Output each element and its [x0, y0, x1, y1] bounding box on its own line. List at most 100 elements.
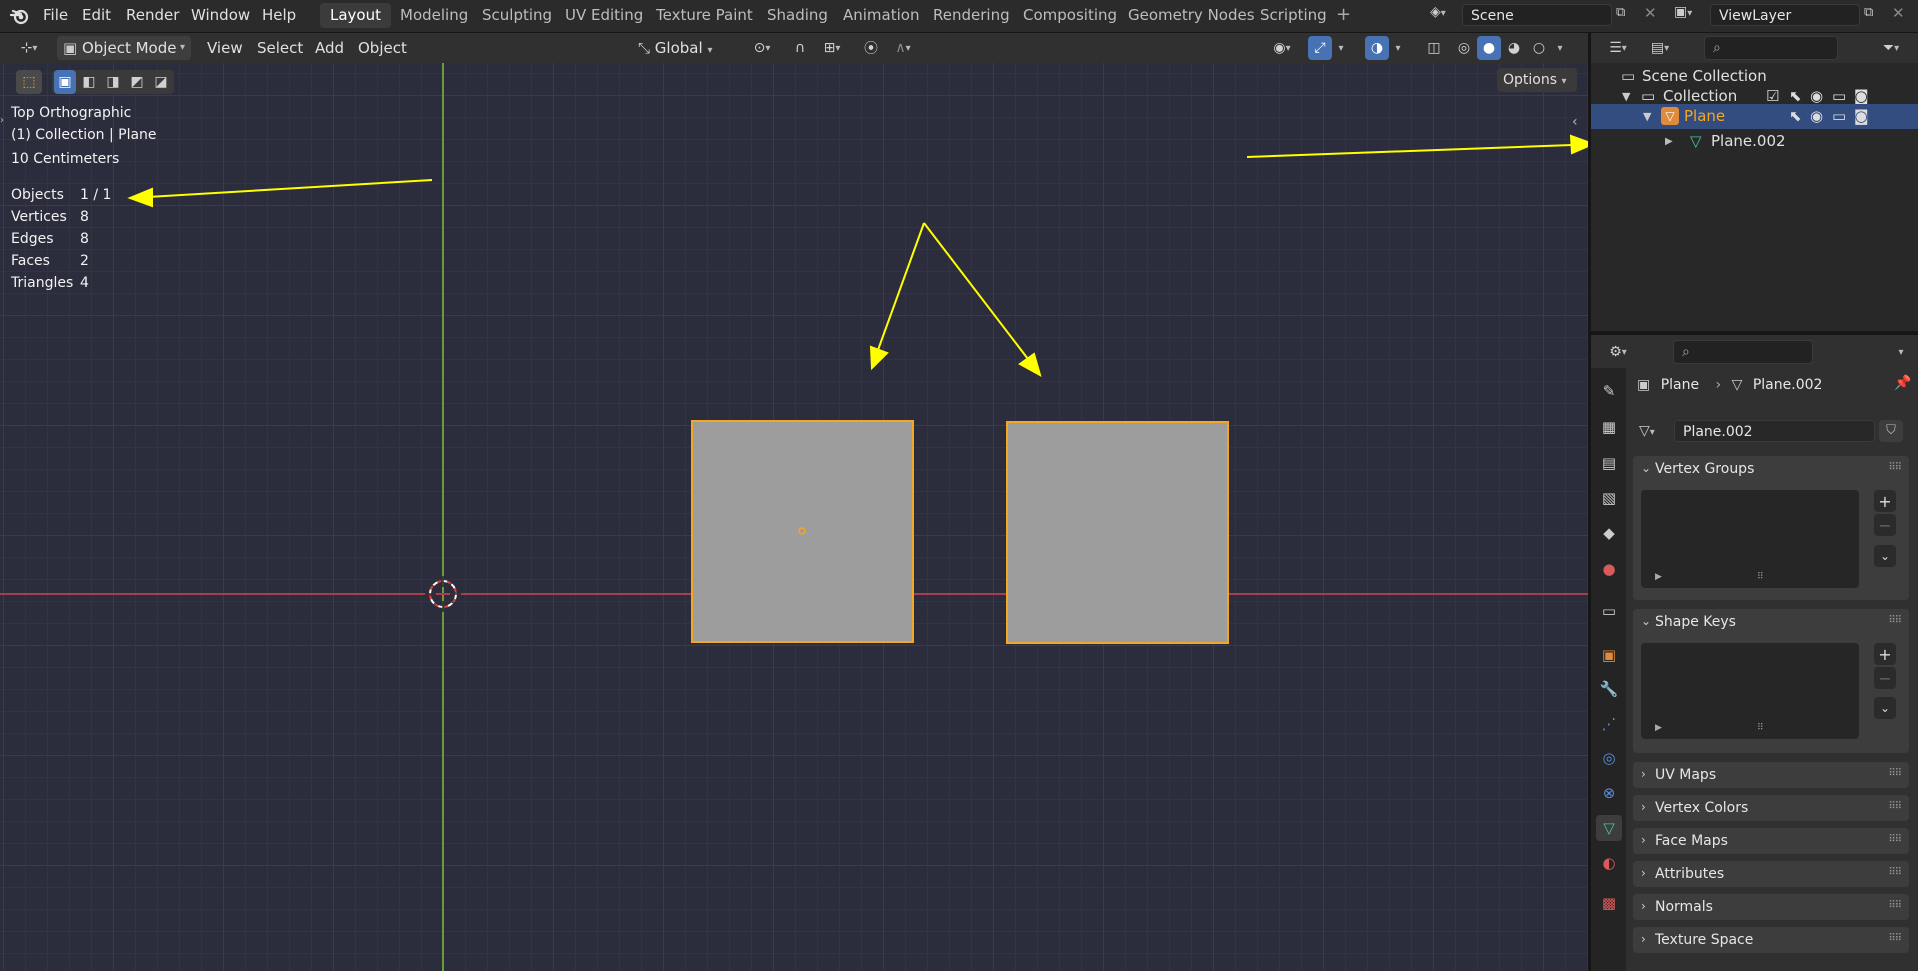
view-layer-tab-icon[interactable]: ▧: [1596, 485, 1622, 511]
tab-uv-editing[interactable]: UV Editing: [555, 3, 653, 28]
list-expand-icon[interactable]: ▶: [1655, 572, 1662, 582]
delete-view-layer-icon[interactable]: ✕: [1892, 4, 1912, 24]
tab-rendering[interactable]: Rendering: [923, 3, 1020, 28]
area-divider[interactable]: [1591, 331, 1918, 334]
menu-window[interactable]: Window: [191, 5, 250, 25]
select-tool-icon[interactable]: ⬚: [16, 70, 42, 94]
list-resize-icon[interactable]: ⠿: [1757, 572, 1764, 582]
drag-handle-icon[interactable]: ⠿⠿: [1888, 900, 1902, 911]
panel-vertex-groups-title[interactable]: Vertex Groups: [1655, 461, 1754, 477]
gizmo-icon[interactable]: ⤢: [1308, 36, 1332, 60]
visibility-icon[interactable]: ◉ ▾: [1264, 36, 1300, 60]
tab-animation[interactable]: Animation: [833, 3, 929, 28]
menu-render[interactable]: Render: [126, 5, 179, 25]
editor-type-icon[interactable]: ⊹ ▾: [10, 36, 48, 60]
list-resize-icon[interactable]: ⠿: [1757, 723, 1764, 733]
panel-uv-maps[interactable]: › UV Maps ⠿⠿: [1633, 762, 1909, 788]
outliner-row-plane[interactable]: ▼ ▽ Plane ⬉ ◉ ▭ ◙: [1591, 104, 1918, 129]
shape-key-menu-button[interactable]: ⌄: [1874, 697, 1896, 719]
modifier-tab-icon[interactable]: 🔧: [1596, 676, 1622, 702]
editor-type-icon[interactable]: ⚙ ▾: [1601, 340, 1635, 364]
camera-icon[interactable]: ◙: [1854, 104, 1869, 129]
select-extend-icon[interactable]: ◧: [78, 70, 100, 94]
new-scene-icon[interactable]: ⧉: [1616, 5, 1638, 25]
physics-tab-icon[interactable]: ◎: [1596, 745, 1622, 771]
tab-sculpting[interactable]: Sculpting: [472, 3, 562, 28]
sidebar-expand-icon[interactable]: ‹: [1572, 114, 1578, 130]
eye-icon[interactable]: ◉: [1810, 104, 1823, 129]
drag-handle-icon[interactable]: ⠿⠿: [1888, 801, 1902, 812]
solid-shading-icon[interactable]: ●: [1477, 36, 1501, 60]
falloff-icon[interactable]: ∧ ▾: [885, 36, 921, 60]
select-intersect-icon[interactable]: ◪: [150, 70, 172, 94]
delete-scene-icon[interactable]: ✕: [1644, 4, 1664, 24]
pivot-point-icon[interactable]: ⊙ ▾: [744, 36, 780, 60]
select-new-icon[interactable]: ▣: [54, 70, 76, 94]
view-layer-selector-icon[interactable]: ▣▾: [1674, 4, 1706, 26]
filter-icon[interactable]: ⏷ ▾: [1874, 36, 1908, 60]
output-tab-icon[interactable]: ▤: [1596, 450, 1622, 476]
options-dropdown[interactable]: Options ▾: [1497, 68, 1577, 92]
menu-add[interactable]: Add: [315, 36, 344, 60]
scene-selector-icon[interactable]: ◈▾: [1430, 4, 1460, 26]
texture-tab-icon[interactable]: ▩: [1596, 890, 1622, 916]
wireframe-shading-icon[interactable]: ◎: [1452, 36, 1476, 60]
drag-handle-icon[interactable]: ⠿⠿: [1888, 768, 1902, 779]
add-shape-key-button[interactable]: +: [1874, 643, 1896, 665]
add-workspace-button[interactable]: +: [1336, 5, 1351, 25]
mode-selector[interactable]: ▣ Object Mode ▾: [57, 36, 191, 60]
remove-shape-key-button[interactable]: −: [1874, 667, 1896, 689]
tab-modeling[interactable]: Modeling: [390, 3, 478, 28]
overlays-icon[interactable]: ◑: [1365, 36, 1389, 60]
menu-help[interactable]: Help: [262, 5, 296, 25]
chevron-down-icon[interactable]: ▾: [1552, 36, 1568, 60]
new-view-layer-icon[interactable]: ⧉: [1864, 5, 1886, 25]
object-tab-icon[interactable]: ▣: [1596, 642, 1622, 668]
tab-compositing[interactable]: Compositing: [1013, 3, 1127, 28]
remove-vertex-group-button[interactable]: −: [1874, 514, 1896, 536]
panel-attributes[interactable]: › Attributes ⠿⠿: [1633, 861, 1909, 887]
menu-edit[interactable]: Edit: [82, 5, 111, 25]
xray-toggle-icon[interactable]: ◫: [1422, 36, 1446, 60]
menu-file[interactable]: File: [43, 5, 68, 25]
panel-shape-keys-title[interactable]: Shape Keys: [1655, 614, 1736, 630]
display-mode-icon[interactable]: ▤ ▾: [1643, 36, 1677, 60]
collection-tab-icon[interactable]: ▭: [1596, 598, 1622, 624]
outliner-search-input[interactable]: ⌕: [1704, 36, 1838, 60]
blender-logo-icon[interactable]: [9, 6, 30, 26]
drag-handle-icon[interactable]: ⠿⠿: [1888, 867, 1902, 878]
chevron-down-icon[interactable]: ▾: [1891, 340, 1911, 364]
tab-texture-paint[interactable]: Texture Paint: [646, 3, 763, 28]
panel-texture-space[interactable]: › Texture Space ⠿⠿: [1633, 927, 1909, 953]
snap-toggle-icon[interactable]: ∩: [788, 36, 812, 60]
list-expand-icon[interactable]: ▶: [1655, 723, 1662, 733]
select-subtract-icon[interactable]: ◨: [102, 70, 124, 94]
editor-type-icon[interactable]: ☰ ▾: [1601, 36, 1635, 60]
panel-normals[interactable]: › Normals ⠿⠿: [1633, 894, 1909, 920]
scene-tab-icon[interactable]: ◆: [1596, 520, 1622, 546]
drag-handle-icon[interactable]: ⠿⠿: [1888, 462, 1902, 473]
properties-search-input[interactable]: ⌕: [1673, 340, 1813, 364]
tab-geometry-nodes[interactable]: Geometry Nodes: [1118, 3, 1265, 28]
menu-view[interactable]: View: [207, 36, 243, 60]
proportional-edit-icon[interactable]: ⦿: [859, 36, 883, 60]
drag-handle-icon[interactable]: ⠿⠿: [1888, 615, 1902, 626]
snap-target-icon[interactable]: ⊞ ▾: [814, 36, 850, 60]
menu-object[interactable]: Object: [358, 36, 407, 60]
datablock-name-field[interactable]: Plane.002: [1674, 420, 1875, 442]
outliner-row-mesh[interactable]: ▶ ▽ Plane.002: [1591, 129, 1918, 154]
chevron-down-icon[interactable]: ⌄: [1641, 461, 1651, 475]
scene-name-field[interactable]: Scene: [1462, 4, 1612, 26]
tool-tab-icon[interactable]: ✎: [1596, 378, 1622, 404]
chevron-down-icon[interactable]: ▾: [1333, 36, 1349, 60]
vertex-group-menu-button[interactable]: ⌄: [1874, 545, 1896, 567]
chevron-down-icon[interactable]: ▾: [1390, 36, 1406, 60]
particles-tab-icon[interactable]: ⋰: [1596, 711, 1622, 737]
shape-keys-list[interactable]: ▶ ⠿: [1641, 643, 1859, 739]
rendered-shading-icon[interactable]: ○: [1527, 36, 1551, 60]
world-tab-icon[interactable]: ●: [1596, 556, 1622, 582]
render-tab-icon[interactable]: ▦: [1596, 414, 1622, 440]
toolbar-expand-icon[interactable]: ›: [0, 115, 4, 126]
datablock-browse-icon[interactable]: ▽▾: [1639, 420, 1669, 442]
3d-viewport[interactable]: Top Orthographic (1) Collection | Plane …: [0, 63, 1588, 971]
